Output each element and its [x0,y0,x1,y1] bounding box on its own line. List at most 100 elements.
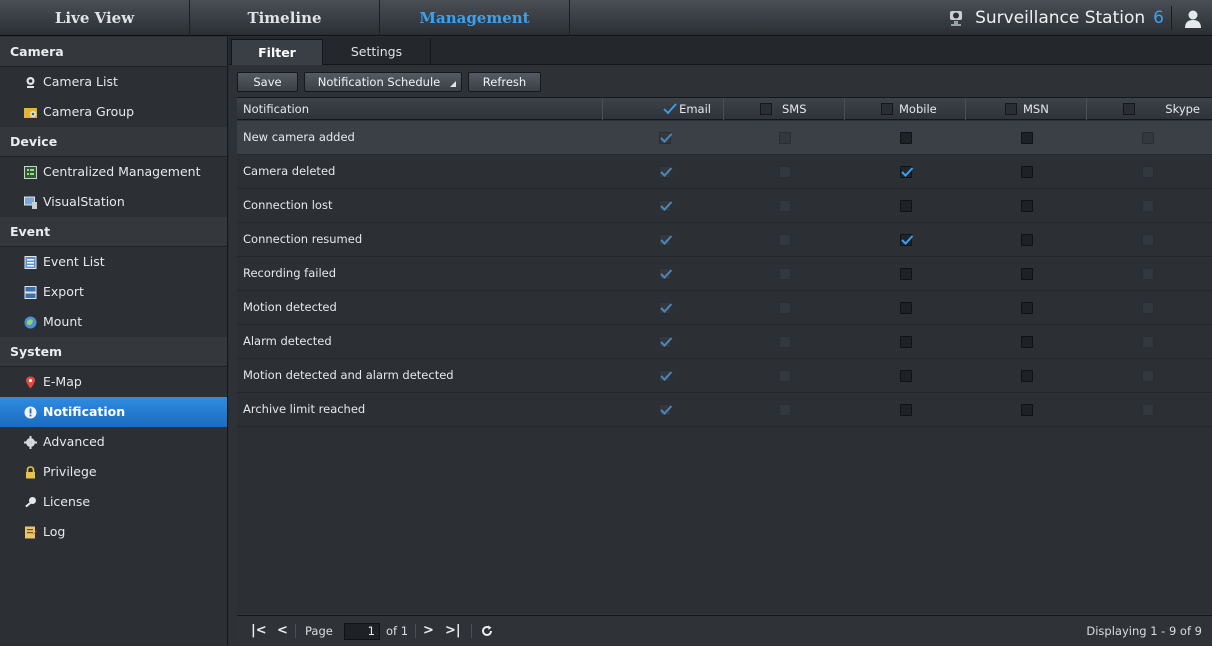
email-checkbox[interactable] [659,200,673,212]
skype-checkbox[interactable] [1142,132,1154,144]
sms-checkbox[interactable] [779,234,791,246]
mobile-checkbox[interactable] [900,302,912,314]
skype-checkbox[interactable] [1142,234,1154,246]
table-row[interactable]: Connection resumed [237,223,1212,257]
sms-checkbox[interactable] [779,404,791,416]
msn-checkbox[interactable] [1021,302,1033,314]
next-page-icon[interactable]: > [423,622,434,640]
email-checkbox[interactable] [659,404,673,416]
table-row[interactable]: Alarm detected [237,325,1212,359]
mobile-checkbox[interactable] [900,132,912,144]
mobile-checkbox[interactable] [900,166,914,178]
column-header-mobile[interactable]: Mobile [845,98,966,120]
sidebar-item-label: Privilege [43,464,97,479]
mobile-checkbox[interactable] [900,234,914,246]
table-row[interactable]: New camera added [237,121,1212,155]
save-button[interactable]: Save [237,72,298,92]
email-checkbox[interactable] [659,132,673,144]
first-page-icon[interactable]: |< [251,622,267,640]
column-header-email[interactable]: Email [603,98,724,120]
msn-checkbox[interactable] [1021,268,1033,280]
sms-checkbox[interactable] [779,200,791,212]
msn-checkbox[interactable] [1021,200,1033,212]
sidebar-item-label: Event List [43,254,105,269]
sidebar-item-license[interactable]: License [0,487,227,517]
checkmark-icon [660,167,673,177]
sms-checkbox[interactable] [779,166,791,178]
sidebar-item-centralized-management[interactable]: Centralized Management [0,157,227,187]
header-checkbox-sms[interactable] [760,103,772,115]
user-icon[interactable] [1182,8,1204,30]
msn-checkbox[interactable] [1021,370,1033,382]
subtab-bar: Filter Settings [229,37,1212,65]
table-row[interactable]: Recording failed [237,257,1212,291]
email-checkbox[interactable] [659,302,673,314]
mobile-checkbox[interactable] [900,370,912,382]
sms-checkbox[interactable] [779,302,791,314]
sms-checkbox[interactable] [779,132,791,144]
row-name: Connection resumed [243,232,363,246]
email-checkbox[interactable] [659,370,673,382]
table-row[interactable]: Motion detected and alarm detected [237,359,1212,393]
prev-page-icon[interactable]: < [277,622,288,640]
refresh-icon[interactable] [481,625,493,637]
tab-timeline[interactable]: Timeline [190,0,380,36]
msn-checkbox[interactable] [1021,166,1033,178]
table-row[interactable]: Motion detected [237,291,1212,325]
last-page-icon[interactable]: >| [445,622,461,640]
sidebar-item-log[interactable]: Log [0,517,227,547]
mobile-checkbox[interactable] [900,404,912,416]
sidebar-item-event-list[interactable]: Event List [0,247,227,277]
skype-checkbox[interactable] [1142,336,1154,348]
tab-filter[interactable]: Filter [231,39,323,65]
skype-checkbox[interactable] [1142,370,1154,382]
sidebar-item-camera-group[interactable]: Camera Group [0,97,227,127]
skype-checkbox[interactable] [1142,404,1154,416]
sms-checkbox[interactable] [779,370,791,382]
skype-checkbox[interactable] [1142,268,1154,280]
tab-management[interactable]: Management [380,0,570,36]
column-header-sms[interactable]: SMS [724,98,845,120]
email-checkbox[interactable] [659,166,673,178]
header-checkbox-skype[interactable] [1123,103,1135,115]
mobile-checkbox[interactable] [900,268,912,280]
sidebar-item-e-map[interactable]: E-Map [0,367,227,397]
page-input[interactable]: 1 [344,623,380,640]
visualstation-icon [24,196,37,209]
refresh-button[interactable]: Refresh [468,72,541,92]
sidebar-item-advanced[interactable]: Advanced [0,427,227,457]
sidebar-item-export[interactable]: Export [0,277,227,307]
column-header-skype[interactable]: Skype [1087,98,1212,120]
table-row[interactable]: Archive limit reached [237,393,1212,427]
skype-checkbox[interactable] [1142,166,1154,178]
sidebar-item-privilege[interactable]: Privilege [0,457,227,487]
mobile-checkbox[interactable] [900,336,912,348]
email-checkbox[interactable] [659,234,673,246]
email-checkbox[interactable] [659,336,673,348]
tab-live-view[interactable]: Live View [0,0,190,36]
header-checkbox-msn[interactable] [1005,103,1017,115]
top-bar: Live View Timeline Management Surveillan… [0,0,1212,36]
header-checkbox-mobile[interactable] [881,103,893,115]
skype-checkbox[interactable] [1142,302,1154,314]
sidebar-section-event: Event [0,217,227,247]
sidebar-item-camera-list[interactable]: Camera List [0,67,227,97]
tab-settings[interactable]: Settings [323,39,431,65]
skype-checkbox[interactable] [1142,200,1154,212]
table-row[interactable]: Connection lost [237,189,1212,223]
msn-checkbox[interactable] [1021,404,1033,416]
mobile-checkbox[interactable] [900,200,912,212]
notification-schedule-button[interactable]: Notification Schedule [304,72,462,92]
sidebar-item-mount[interactable]: Mount [0,307,227,337]
sidebar-item-notification[interactable]: Notification [0,397,227,427]
sidebar-item-visualstation[interactable]: VisualStation [0,187,227,217]
column-header-msn[interactable]: MSN [966,98,1087,120]
table-row[interactable]: Camera deleted [237,155,1212,189]
email-checkbox[interactable] [659,268,673,280]
column-header-label: Skype [1165,102,1200,116]
msn-checkbox[interactable] [1021,234,1033,246]
msn-checkbox[interactable] [1021,132,1033,144]
sms-checkbox[interactable] [779,268,791,280]
sms-checkbox[interactable] [779,336,791,348]
msn-checkbox[interactable] [1021,336,1033,348]
